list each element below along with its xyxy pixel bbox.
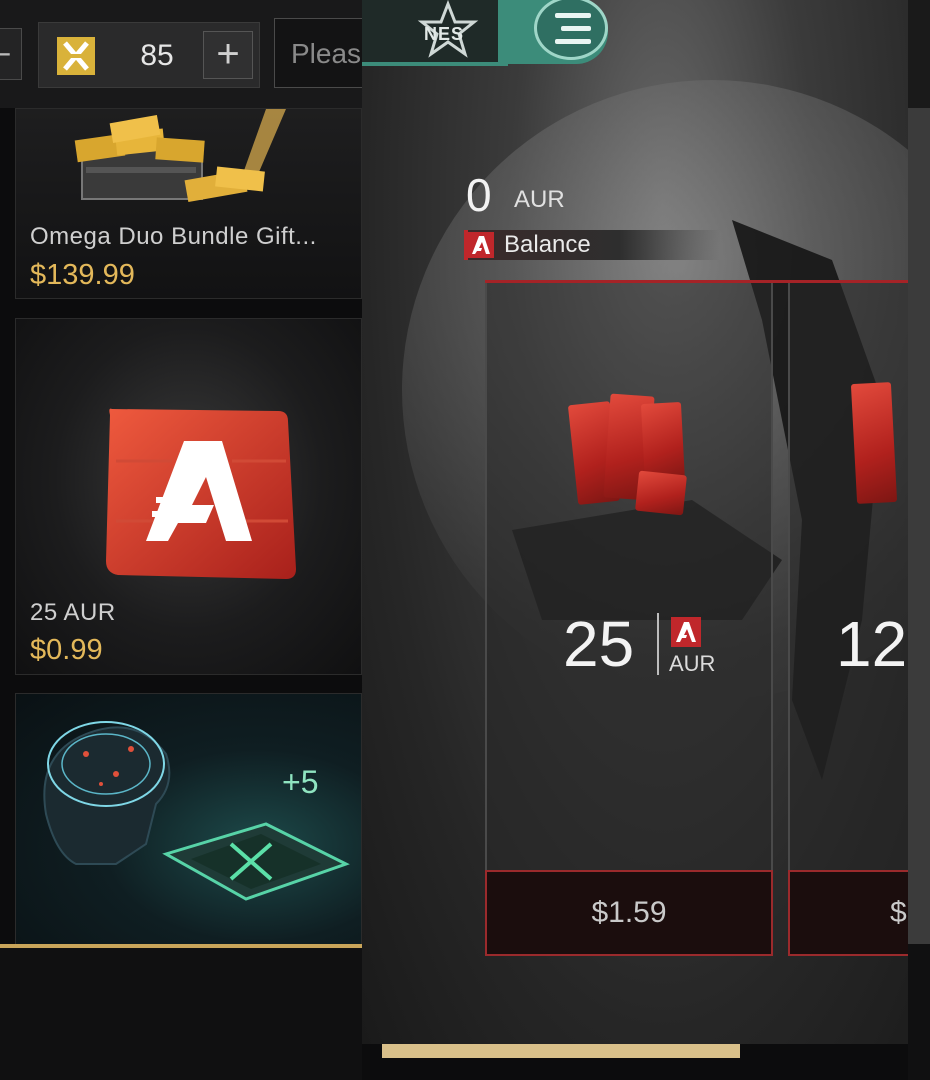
plex-quantity-stepper: 85 + [38,22,260,88]
product-card-skill-boost[interactable]: +5 [15,693,362,948]
window-edge [908,108,930,944]
aur-stack [850,382,898,504]
pack-unit: AUR [669,651,716,676]
nes-logo-tab[interactable]: NES [362,0,498,62]
search-field[interactable] [274,18,374,88]
buy-button[interactable]: $1.59 [485,870,773,956]
window-edge [908,944,930,1080]
pack-divider [657,613,659,675]
tab-underline [362,62,508,66]
gold-bars-image [74,109,286,203]
window-edge [908,0,930,108]
search-input[interactable] [275,19,373,87]
balance-label-bar: Balance [464,230,720,260]
footer-area [0,948,362,1080]
card-title: Omega Duo Bundle Gift... [30,223,317,250]
store-topbar: − 85 + [0,0,374,108]
aur-icon [468,232,494,258]
nes-logo-text: NES [424,24,465,44]
buy-button[interactable]: $ [788,870,908,956]
aur-box-icon [106,408,296,579]
plex-currency-icon [57,37,95,75]
aur-icon [671,617,701,647]
quantity-value[interactable]: 85 [111,23,203,89]
panel-bottom-bar [382,1044,740,1058]
panel-header: NES [362,0,908,66]
aur-stack [635,470,687,516]
balance-label: Balance [504,231,591,258]
card-title: 25 AUR [30,599,116,626]
balance-amount: 0 [466,169,492,221]
card-price: $0.99 [30,634,103,666]
bonus-badge: +5 [282,764,319,800]
pack-amount: 12 [836,608,908,680]
aurum-store-panel: NES 0 AUR Balance 25 AUR $1.59 12 $ [362,0,908,1044]
balance-unit: AUR [514,186,565,213]
product-card-25-aur[interactable]: 25 AUR $0.99 [15,318,362,675]
increment-button[interactable]: + [203,31,253,79]
aur-pack-card[interactable]: 25 AUR [485,283,773,955]
product-card-omega-duo[interactable]: Omega Duo Bundle Gift... $139.99 [15,108,362,299]
pack-amount: 25 [563,608,635,680]
card-price: $139.99 [30,259,135,291]
brain-chip-image [43,721,350,901]
decrement-button[interactable]: − [0,28,22,80]
aur-pack-card[interactable]: 12 [788,283,908,955]
